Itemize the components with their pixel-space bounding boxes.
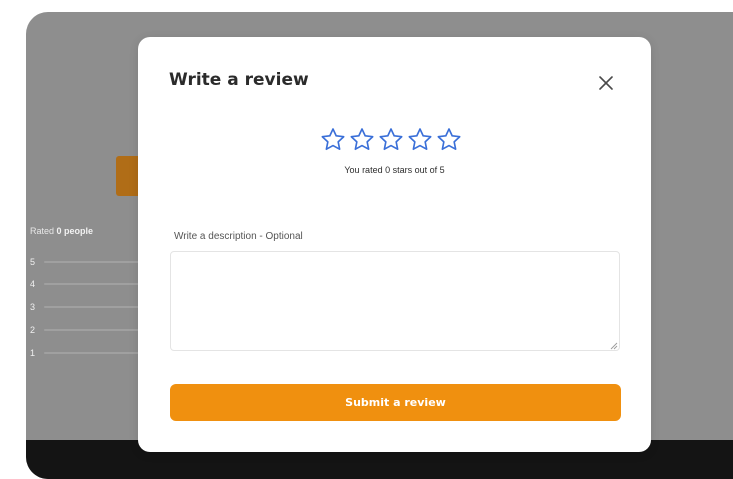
- rating-bar: [44, 306, 150, 308]
- rating-bar: [44, 261, 150, 263]
- star-3-icon[interactable]: [377, 126, 405, 154]
- description-label: Write a description - Optional: [174, 231, 303, 242]
- rating-row-2: 2: [30, 324, 150, 336]
- rating-row-label: 3: [30, 302, 36, 312]
- rating-row-label: 4: [30, 279, 36, 289]
- rating-row-label: 2: [30, 325, 36, 335]
- submit-review-button[interactable]: Submit a review: [170, 384, 621, 421]
- rating-bar: [44, 283, 150, 285]
- rating-row-5: 5: [30, 256, 150, 268]
- rated-summary: Rated 0 people: [30, 226, 93, 236]
- rating-bar: [44, 329, 150, 331]
- close-button[interactable]: [594, 71, 618, 95]
- rating-row-label: 5: [30, 257, 36, 267]
- modal-title: Write a review: [169, 70, 309, 90]
- rated-count: 0 people: [56, 226, 94, 236]
- star-2-icon[interactable]: [348, 126, 376, 154]
- star-5-icon[interactable]: [435, 126, 463, 154]
- star-1-icon[interactable]: [319, 126, 347, 154]
- close-icon: [599, 76, 613, 90]
- star-rating: [319, 126, 463, 154]
- rating-row-4: 4: [30, 278, 150, 290]
- rating-bar: [44, 352, 150, 354]
- description-textarea[interactable]: [170, 251, 620, 351]
- resize-grip-icon[interactable]: [610, 342, 618, 350]
- rated-prefix: Rated: [30, 226, 55, 236]
- rating-row-label: 1: [30, 348, 36, 358]
- rating-row-3: 3: [30, 301, 150, 313]
- review-modal: Write a review You rated 0 stars out of …: [138, 37, 651, 452]
- rating-status-text: You rated 0 stars out of 5: [344, 165, 445, 175]
- star-4-icon[interactable]: [406, 126, 434, 154]
- rating-row-1: 1: [30, 347, 150, 359]
